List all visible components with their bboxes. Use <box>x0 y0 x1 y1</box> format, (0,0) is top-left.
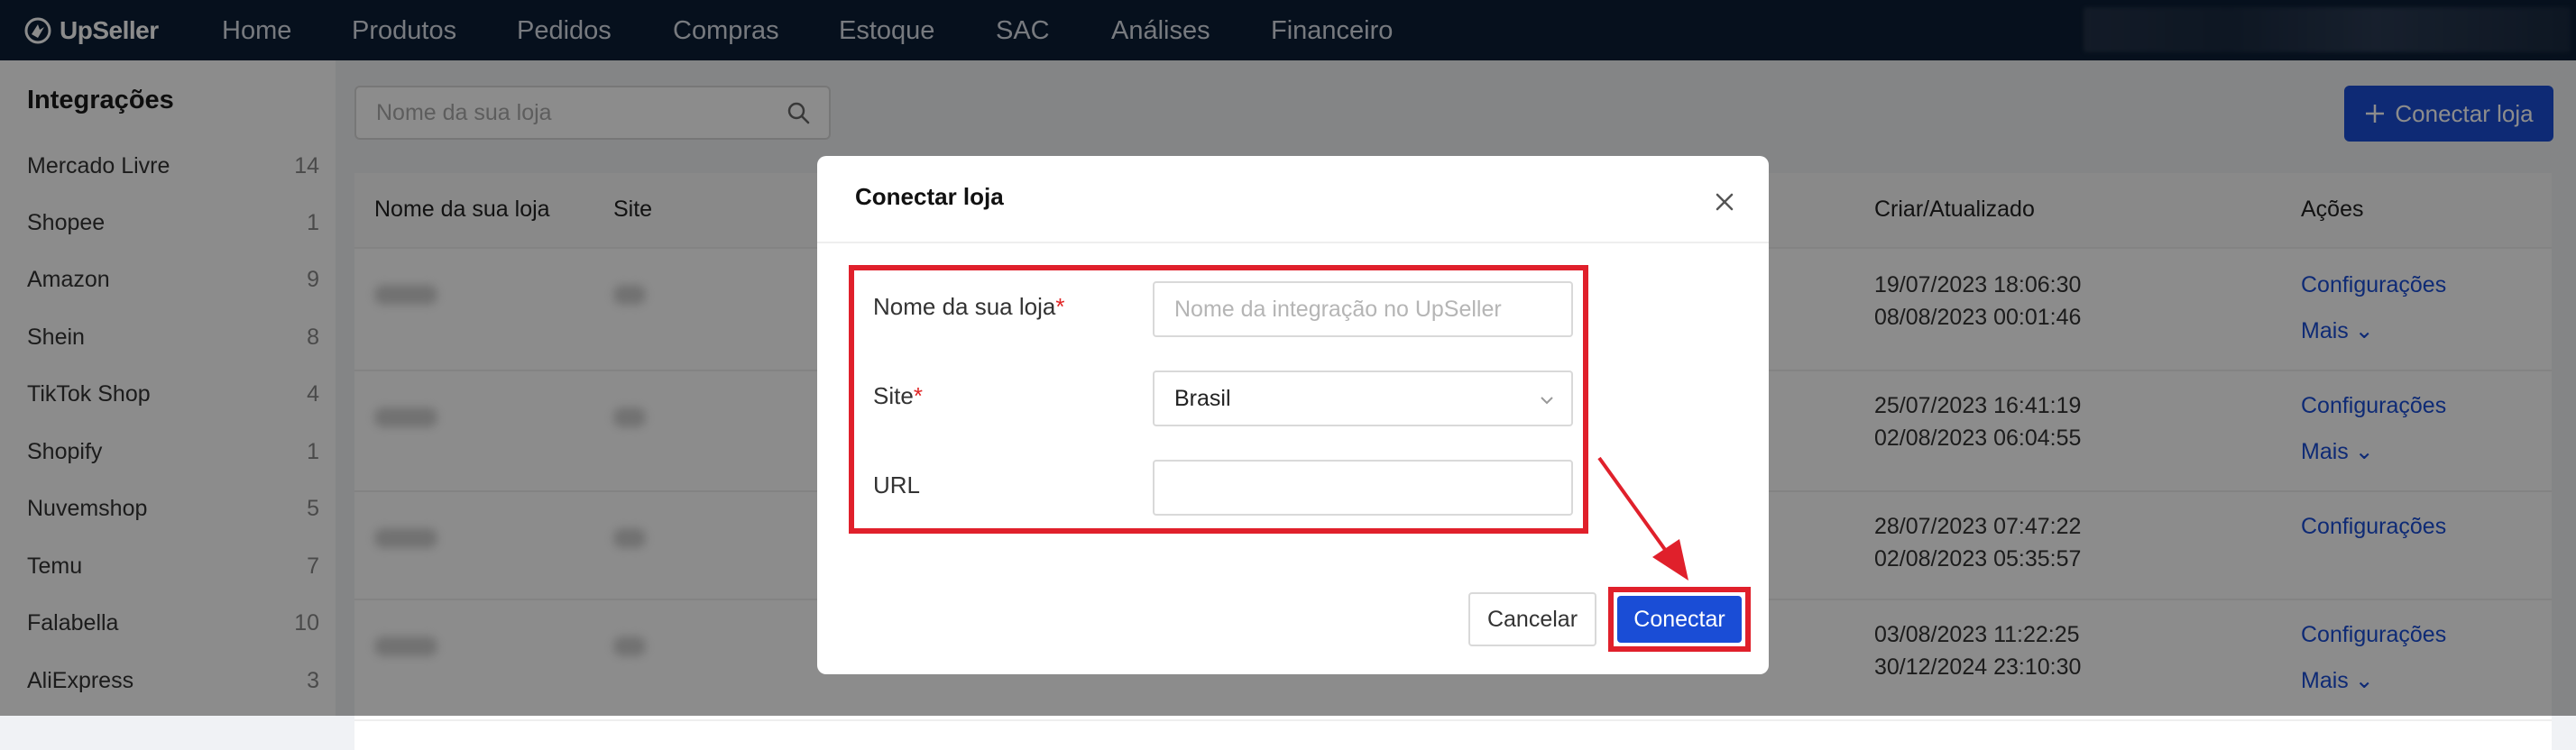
close-icon[interactable] <box>1710 188 1739 216</box>
connect-store-modal: Conectar loja Nome da sua loja* Nome da … <box>817 156 1769 674</box>
submit-highlight-box: Conectar <box>1608 587 1751 652</box>
cancel-button[interactable]: Cancelar <box>1468 592 1596 646</box>
modal-title: Conectar loja <box>855 183 1004 210</box>
conectar-button[interactable]: Conectar <box>1617 596 1742 643</box>
modal-divider <box>817 242 1769 243</box>
form-highlight-box <box>849 265 1588 534</box>
